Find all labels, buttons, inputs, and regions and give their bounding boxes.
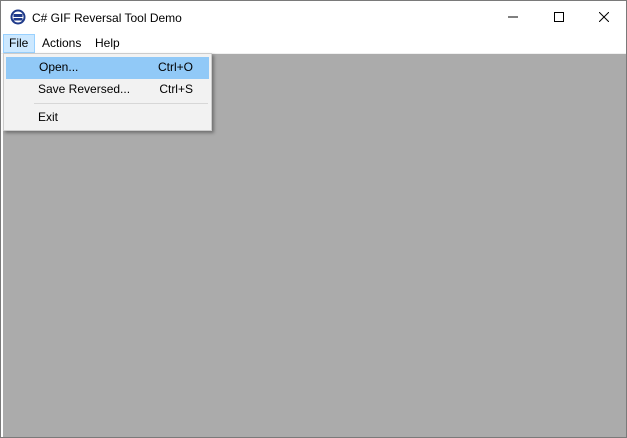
- menu-item-exit-label: Exit: [38, 110, 59, 124]
- minimize-button[interactable]: [490, 1, 536, 33]
- menu-item-save-reversed[interactable]: Save Reversed... Ctrl+S: [6, 79, 209, 101]
- window-title: C# GIF Reversal Tool Demo: [32, 11, 182, 25]
- maximize-button[interactable]: [536, 1, 582, 33]
- menu-item-open-label: Open...: [39, 60, 79, 74]
- menu-actions[interactable]: Actions: [37, 34, 87, 53]
- menu-item-exit[interactable]: Exit: [6, 107, 209, 129]
- app-badge-icon: [10, 9, 26, 25]
- close-button[interactable]: [581, 1, 626, 33]
- menu-file[interactable]: File: [3, 34, 35, 53]
- menu-bar: File Actions Help: [1, 33, 626, 54]
- menu-item-save-reversed-shortcut: Ctrl+S: [159, 82, 193, 96]
- menu-item-open-shortcut: Ctrl+O: [157, 60, 193, 74]
- close-icon: [599, 12, 609, 22]
- maximize-icon: [554, 12, 564, 22]
- menu-item-save-reversed-label: Save Reversed...: [38, 82, 131, 96]
- file-menu-dropdown: Open... Ctrl+O Save Reversed... Ctrl+S E…: [3, 53, 212, 131]
- minimize-icon: [508, 16, 518, 18]
- menu-help[interactable]: Help: [90, 34, 124, 53]
- app-window: C# GIF Reversal Tool Demo File Actions H…: [0, 0, 627, 438]
- menu-item-open[interactable]: Open... Ctrl+O: [6, 57, 209, 79]
- title-bar[interactable]: C# GIF Reversal Tool Demo: [1, 1, 626, 33]
- menu-separator: [34, 103, 208, 104]
